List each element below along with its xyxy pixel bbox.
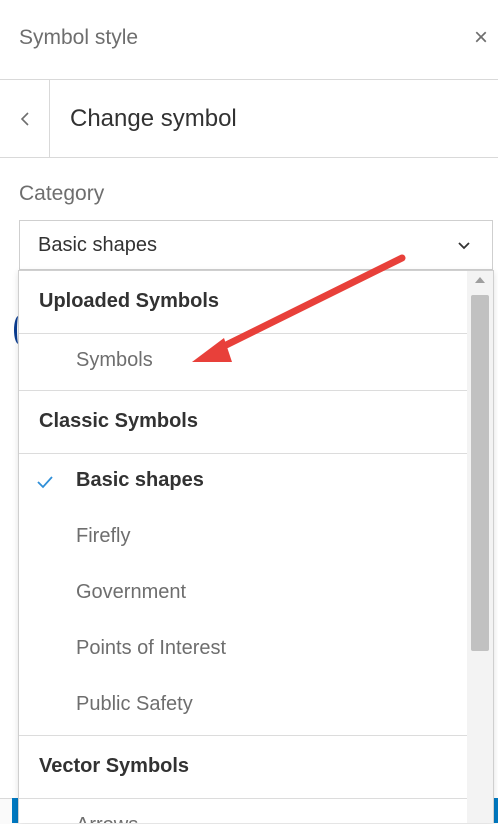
panel-header: Symbol style × [0, 0, 498, 80]
page-title: Change symbol [70, 105, 237, 132]
scroll-up-icon[interactable] [475, 277, 485, 283]
option-public-safety[interactable]: Public Safety [19, 678, 467, 734]
option-label: Symbols [76, 349, 153, 371]
option-label: Points of Interest [76, 637, 227, 659]
chevron-down-icon [458, 242, 470, 250]
close-icon[interactable]: × [474, 26, 498, 50]
sub-header: Change symbol [0, 80, 498, 158]
option-arrows[interactable]: Arrows [19, 799, 467, 823]
option-symbols[interactable]: Symbols [19, 334, 467, 390]
option-points-of-interest[interactable]: Points of Interest [19, 622, 467, 678]
category-label: Category [19, 182, 105, 205]
option-firefly[interactable]: Firefly [19, 510, 467, 566]
scrollbar[interactable] [467, 271, 493, 823]
option-basic-shapes[interactable]: Basic shapes [19, 454, 467, 510]
scrollbar-thumb[interactable] [471, 295, 489, 651]
option-label: Basic shapes [76, 469, 204, 491]
category-dropdown-list[interactable]: Uploaded Symbols Symbols Classic Symbols… [18, 270, 494, 823]
option-label: Arrows [76, 814, 138, 823]
category-select-value: Basic shapes [38, 234, 157, 256]
group-heading-vector-symbols: Vector Symbols [19, 736, 467, 799]
check-icon [37, 476, 53, 489]
panel-title: Symbol style [19, 26, 139, 49]
option-government[interactable]: Government [19, 566, 467, 622]
group-heading-uploaded-symbols: Uploaded Symbols [19, 271, 467, 334]
option-label: Government [76, 581, 187, 603]
group-heading-classic-symbols: Classic Symbols [19, 391, 467, 454]
chevron-left-icon [20, 111, 29, 126]
back-button[interactable] [0, 80, 50, 157]
option-label: Public Safety [76, 693, 193, 715]
option-label: Firefly [76, 525, 131, 547]
category-select[interactable]: Basic shapes [19, 220, 493, 270]
